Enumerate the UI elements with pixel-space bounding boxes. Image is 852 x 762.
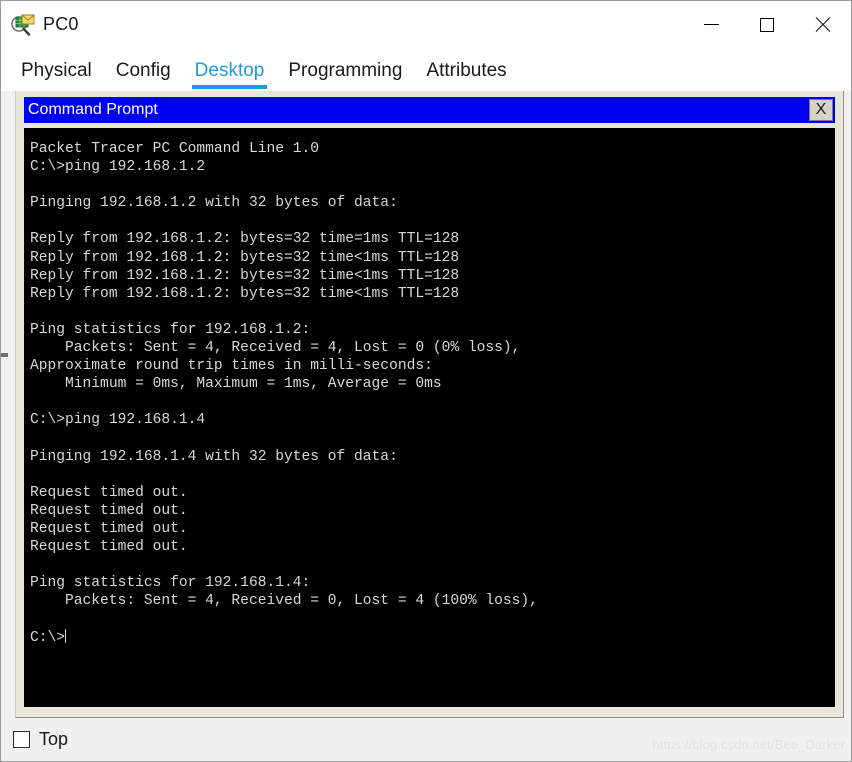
maximize-button[interactable] bbox=[739, 1, 795, 48]
window-controls bbox=[683, 1, 851, 48]
tab-desktop[interactable]: Desktop bbox=[191, 60, 268, 91]
tab-bar: Physical Config Desktop Programming Attr… bbox=[1, 48, 851, 91]
tab-attributes[interactable]: Attributes bbox=[426, 60, 506, 91]
window-title: PC0 bbox=[43, 14, 79, 34]
pc-magnifier-envelope-icon bbox=[10, 12, 36, 38]
close-button[interactable] bbox=[795, 1, 851, 48]
command-prompt-title: Command Prompt bbox=[28, 101, 158, 118]
window-edge-artifact bbox=[1, 353, 8, 357]
top-checkbox[interactable] bbox=[13, 731, 30, 748]
command-prompt-window: Command Prompt X Packet Tracer PC Comman… bbox=[24, 97, 835, 707]
maximize-icon bbox=[760, 17, 774, 32]
close-icon bbox=[813, 15, 833, 35]
terminal-output-area[interactable]: Packet Tracer PC Command Line 1.0 C:\>pi… bbox=[24, 128, 835, 707]
desktop-panel: Command Prompt X Packet Tracer PC Comman… bbox=[15, 91, 844, 718]
minimize-button[interactable] bbox=[683, 1, 739, 48]
watermark-text: https://blog.csdn.net/Bee_Darker bbox=[652, 737, 845, 752]
pc0-window: PC0 Physical Config Desktop Programming … bbox=[0, 0, 852, 762]
bottom-bar: Top https://blog.csdn.net/Bee_Darker bbox=[1, 718, 851, 761]
command-prompt-close-button[interactable]: X bbox=[809, 99, 833, 121]
command-prompt-titlebar: Command Prompt X bbox=[24, 97, 835, 123]
tab-physical[interactable]: Physical bbox=[21, 60, 92, 91]
minimize-icon bbox=[703, 24, 719, 25]
tab-config[interactable]: Config bbox=[116, 60, 171, 91]
terminal-caret bbox=[65, 628, 67, 643]
terminal-text: Packet Tracer PC Command Line 1.0 C:\>pi… bbox=[30, 141, 538, 646]
top-checkbox-label: Top bbox=[39, 729, 69, 749]
window-titlebar: PC0 bbox=[1, 1, 851, 48]
tab-programming[interactable]: Programming bbox=[288, 60, 402, 91]
